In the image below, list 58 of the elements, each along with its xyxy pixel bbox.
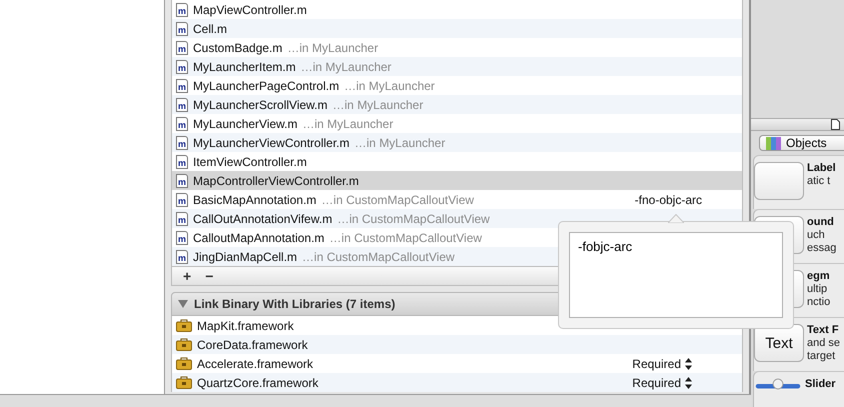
source-file-icon: m xyxy=(176,60,188,74)
file-name: CalloutMapAnnotation.m xyxy=(193,230,324,244)
file-name: MapViewController.m xyxy=(193,2,307,16)
status-label: Required xyxy=(632,376,681,390)
file-name: MyLauncherScrollView.m xyxy=(193,98,328,112)
file-name: CallOutAnnotationVifew.m xyxy=(193,212,332,226)
source-file-icon: m xyxy=(176,250,188,264)
source-file-icon: m xyxy=(176,230,188,244)
library-name: MapKit.framework xyxy=(197,318,294,332)
object-description: target xyxy=(807,350,836,363)
object-title: Text F xyxy=(807,324,840,337)
source-file-icon: m xyxy=(176,192,188,206)
file-name: BasicMapAnnotation.m xyxy=(193,192,316,206)
source-file-icon: m xyxy=(176,212,188,226)
source-file-icon: m xyxy=(176,136,188,150)
object-title: ound xyxy=(807,216,835,229)
file-location: …in MyLauncher xyxy=(332,98,424,112)
source-file-icon: m xyxy=(176,2,188,16)
file-name: MyLauncherView.m xyxy=(193,116,298,130)
file-name: ItemViewController.m xyxy=(193,154,307,168)
object-description: atic t xyxy=(807,175,832,188)
file-location: …in MyLauncher xyxy=(344,78,435,92)
file-location: …in CustomMapCalloutView xyxy=(329,230,482,244)
source-file-icon: m xyxy=(176,22,188,36)
source-file-icon: m xyxy=(176,40,188,54)
file-name: Cell.m xyxy=(193,22,228,36)
object-description: ultip xyxy=(807,283,828,296)
text-field-preview: Text xyxy=(754,324,804,362)
file-name: JingDianMapCell.m xyxy=(193,250,298,264)
file-name: CustomBadge.m xyxy=(193,40,282,54)
object-description: uch xyxy=(807,229,826,242)
source-file-icon: m xyxy=(176,174,188,188)
section-title: Link Binary With Libraries (7 items) xyxy=(194,297,396,311)
file-location: …in MyLauncher xyxy=(354,136,446,150)
library-name: CoreData.framework xyxy=(197,338,308,352)
object-title: egm xyxy=(807,270,830,283)
source-file-icon: m xyxy=(176,78,188,92)
file-name: MyLauncherItem.m xyxy=(193,60,296,74)
file-location: …in MyLauncher xyxy=(302,116,394,130)
file-location: …in CustomMapCalloutView xyxy=(337,212,490,226)
file-location: …in CustomMapCalloutView xyxy=(321,192,474,206)
file-name: MyLauncherPageControl.m xyxy=(193,78,340,92)
object-description: nctio xyxy=(807,296,830,309)
status-label: Required xyxy=(632,356,681,370)
library-name: QuartzCore.framework xyxy=(197,376,318,390)
source-file-icon: m xyxy=(176,98,188,112)
file-location: …in CustomMapCalloutView xyxy=(302,250,455,264)
source-file-icon: m xyxy=(176,116,188,130)
object-description: essag xyxy=(807,242,836,255)
library-name: Accelerate.framework xyxy=(197,356,314,370)
object-title: Label xyxy=(807,162,836,175)
object-description: and se xyxy=(807,337,840,350)
file-location: …in MyLauncher xyxy=(300,60,392,74)
file-name: MyLauncherViewController.m xyxy=(193,136,350,150)
source-file-icon: m xyxy=(176,154,188,168)
file-name: MapControllerViewController.m xyxy=(193,174,359,188)
object-title: Slider xyxy=(805,378,836,391)
file-location: …in MyLauncher xyxy=(287,40,378,54)
